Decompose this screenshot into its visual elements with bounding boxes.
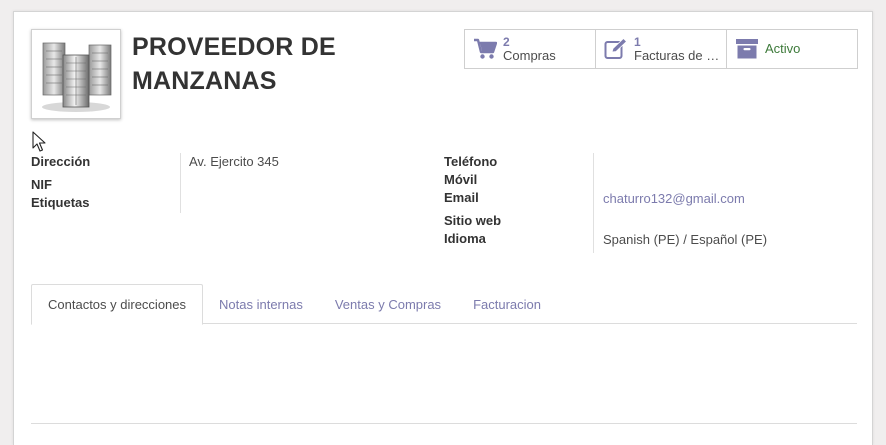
notebook-tabs: Contactos y direcciones Notas internas V… — [31, 284, 857, 325]
address-value[interactable]: Av. Ejercito 345 — [189, 154, 279, 169]
language-value[interactable]: Spanish (PE) / Español (PE) — [603, 232, 767, 247]
smart-button-box: 2 Compras 1 Facturas de proveedor — [464, 29, 858, 69]
edit-icon — [603, 36, 629, 62]
cart-icon — [472, 36, 498, 62]
vendor-bills-label: Facturas de proveedor — [634, 49, 722, 63]
partner-avatar[interactable] — [31, 29, 121, 119]
purchases-label: Compras — [503, 49, 556, 63]
tab-sales-purchases[interactable]: Ventas y Compras — [319, 284, 457, 324]
active-toggle-button[interactable]: Activo — [727, 30, 857, 68]
tab-invoicing[interactable]: Facturacion — [457, 284, 557, 324]
email-value[interactable]: chaturro132@gmail.com — [603, 191, 745, 206]
partner-name[interactable]: PROVEEDOR DE MANZANAS — [132, 30, 432, 98]
tags-label: Etiquetas — [31, 195, 90, 210]
tab-internal-notes[interactable]: Notas internas — [203, 284, 319, 324]
archive-icon — [734, 36, 760, 62]
website-label: Sitio web — [444, 213, 502, 228]
language-label: Idioma — [444, 231, 486, 246]
address-label: Dirección — [31, 154, 91, 169]
vendor-bills-count: 1 — [634, 35, 641, 49]
tab-content-bottom-divider — [31, 423, 857, 424]
email-label: Email — [444, 190, 479, 205]
buildings-icon — [42, 42, 112, 112]
mouse-cursor-icon — [32, 131, 46, 152]
vendor-bills-button[interactable]: 1 Facturas de proveedor — [596, 30, 727, 68]
left-divider — [180, 153, 181, 213]
tab-contacts-addresses[interactable]: Contactos y direcciones — [31, 284, 204, 325]
purchases-button[interactable]: 2 Compras — [465, 30, 596, 68]
nif-label: NIF — [31, 177, 52, 192]
right-divider — [593, 153, 594, 253]
mobile-label: Móvil — [444, 172, 478, 187]
purchases-count: 2 — [503, 35, 510, 49]
form-sheet: PROVEEDOR DE MANZANAS 2 Compras 1 Factur… — [13, 11, 873, 445]
active-label: Activo — [765, 42, 801, 56]
phone-label: Teléfono — [444, 154, 498, 169]
